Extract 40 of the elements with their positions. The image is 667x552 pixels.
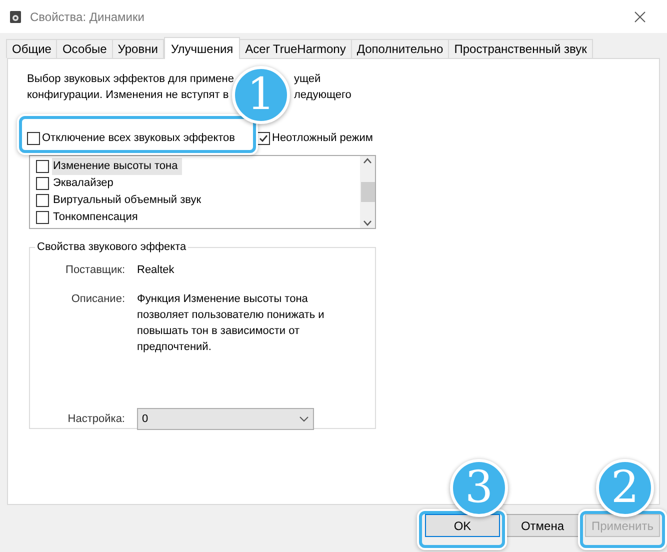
description-text: ледующего <box>294 88 352 103</box>
tab[interactable]: Дополнительно <box>350 39 450 58</box>
tab[interactable]: Acer TrueHarmony <box>239 39 352 58</box>
checkbox[interactable] <box>27 132 40 144</box>
field-label: Поставщик: <box>64 262 125 278</box>
list-item[interactable]: Виртуальный объемный звук <box>52 192 202 209</box>
field-label: Описание: <box>70 292 125 307</box>
checkbox-label: Отключение всех звуковых эффектов <box>42 130 235 146</box>
dialog-button[interactable]: Отмена <box>505 514 580 537</box>
scroll-up-icon[interactable] <box>363 158 372 164</box>
checkbox[interactable] <box>36 194 49 207</box>
close-icon[interactable] <box>634 10 646 22</box>
scrollbar[interactable] <box>360 156 375 228</box>
tab[interactable]: Улучшения <box>164 37 240 59</box>
description-text: Выбор звуковых эффектов для примене <box>27 73 234 85</box>
field-value: Realtek <box>137 262 176 278</box>
checkbox-label: Неотложный режим <box>272 130 373 146</box>
list-item[interactable]: Эквалайзер <box>52 175 114 192</box>
field-label: Настройка: <box>66 412 125 427</box>
list-item[interactable]: Изменение высоты тона <box>52 158 182 175</box>
scrollbar-thumb[interactable] <box>360 182 374 202</box>
group-title: Свойства звукового эффекта <box>36 240 188 255</box>
chevron-down-icon <box>299 416 309 422</box>
tab[interactable]: Уровни <box>112 39 164 58</box>
checkbox[interactable] <box>36 211 49 224</box>
scroll-down-icon[interactable] <box>363 220 372 226</box>
field-value: Функция Изменение высоты тона позволяет пользователю понижать и повышать тон в зависимости от предпочтений. <box>137 292 326 355</box>
checkbox[interactable] <box>36 160 49 173</box>
check-icon <box>259 134 268 142</box>
list-item[interactable]: Тонкомпенсация <box>52 209 139 226</box>
tab[interactable]: Общие <box>6 39 58 58</box>
description-text: конфигурации. Изменения не вступят в <box>27 89 229 101</box>
tab[interactable]: Пространственный звук <box>448 39 593 58</box>
dialog-button[interactable]: OK <box>425 514 500 537</box>
checkbox[interactable] <box>257 132 270 144</box>
window-title: Свойства: Динамики <box>30 8 144 26</box>
checkbox[interactable] <box>36 177 49 190</box>
speaker-icon <box>9 10 22 24</box>
setting-dropdown[interactable]: 0 <box>137 408 314 430</box>
description-text: ущей <box>294 72 321 87</box>
